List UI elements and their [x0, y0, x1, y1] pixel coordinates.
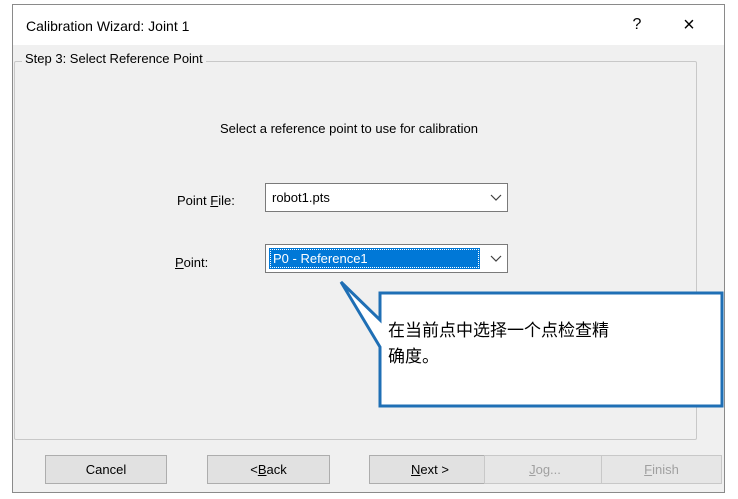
point-file-label: Point File:	[177, 193, 235, 208]
step-legend: Step 3: Select Reference Point	[22, 51, 206, 66]
close-button[interactable]: ×	[669, 11, 709, 39]
point-file-dropdown[interactable]: robot1.pts	[265, 183, 508, 212]
point-selected-value: P0 - Reference1	[269, 248, 480, 269]
close-icon: ×	[683, 13, 695, 36]
help-button[interactable]: ?	[617, 11, 657, 39]
callout-text: 在当前点中选择一个点检查精 确度。	[388, 321, 609, 367]
back-button[interactable]: < Back	[207, 455, 330, 484]
chevron-down-icon	[490, 255, 502, 262]
jog-button[interactable]: Jog...	[484, 455, 606, 484]
help-icon: ?	[632, 16, 642, 33]
finish-button[interactable]: Finish	[601, 455, 722, 484]
window-title: Calibration Wizard: Joint 1	[26, 18, 190, 34]
chevron-down-icon	[490, 194, 502, 201]
next-button[interactable]: Next >	[369, 455, 491, 484]
cancel-button[interactable]: Cancel	[45, 455, 167, 484]
point-label: Point:	[175, 255, 209, 270]
title-bar: Calibration Wizard: Joint 1 ? ×	[13, 5, 724, 45]
point-dropdown[interactable]: P0 - Reference1	[265, 244, 508, 273]
point-file-value: robot1.pts	[272, 190, 330, 205]
instruction-text: Select a reference point to use for cali…	[220, 121, 478, 136]
